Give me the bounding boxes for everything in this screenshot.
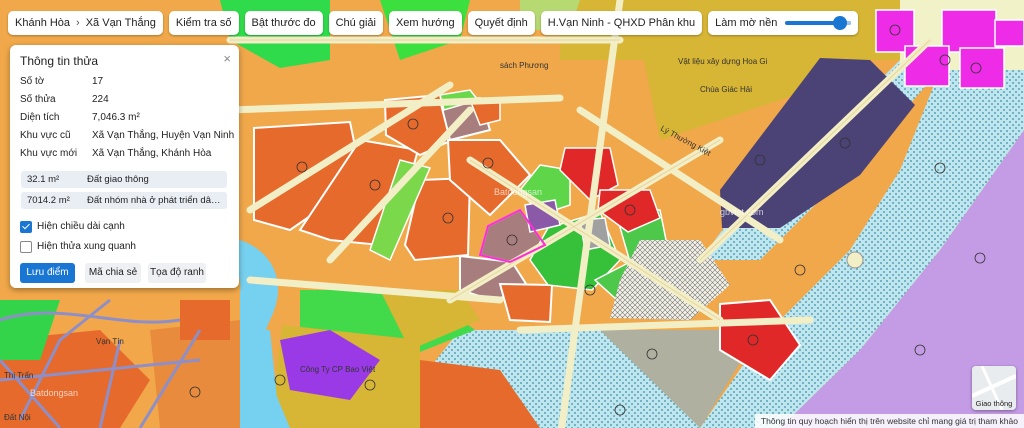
map-label-dat-noi: Đất Nội	[4, 413, 31, 422]
info-label: Số tờ	[20, 76, 45, 87]
blur-slider[interactable]	[785, 16, 852, 30]
footer-disclaimer: Thông tin quy hoạch hiển thị trên websit…	[754, 414, 1024, 428]
close-icon[interactable]: ×	[223, 51, 231, 66]
checkbox-unchecked-icon[interactable]	[20, 241, 32, 253]
basemap-label: Giao thông	[975, 399, 1013, 408]
checkbox-label: Hiện chiều dài cạnh	[37, 221, 125, 232]
info-value: 7,046.3 m²	[92, 112, 140, 123]
save-point-button[interactable]: Lưu điểm	[20, 263, 75, 283]
map-label-sach: sách Phương	[500, 61, 548, 70]
zone-desc: Đất giao thông	[87, 174, 149, 185]
blur-label: Làm mờ nền	[715, 17, 778, 29]
legend-button[interactable]: Chú giải	[328, 11, 383, 35]
map-label-thi-tran: Thị Trấn	[4, 371, 33, 380]
parcel-info-panel: Thông tin thửa × Số tờ 17 Số thửa 224 Di…	[10, 45, 239, 288]
watermark-gbviet: gbviet.com	[720, 207, 764, 217]
breadcrumb-commune[interactable]: Xã Vạn Thắng	[86, 11, 156, 35]
zone-item[interactable]: 7014.2 m² Đất nhóm nhà ở phát triển dân …	[21, 192, 227, 209]
breadcrumb[interactable]: Khánh Hòa › Xã Vạn Thắng	[8, 11, 163, 35]
boundary-coords-button[interactable]: Tọa độ ranh	[148, 263, 206, 283]
watermark-batdongsan: Batdongsan	[494, 187, 542, 197]
view-direction-button[interactable]: Xem hướng	[388, 11, 462, 35]
blur-slider-knob[interactable]	[832, 16, 847, 30]
map-label-chua-giac: Chùa Giác Hải	[700, 85, 752, 94]
map-label-vat-lieu: Vật liệu xây dựng Hoa Gi	[678, 57, 768, 66]
layer-select-value: H.Vạn Ninh - QHXD Phân khu	[547, 17, 696, 29]
info-value: 17	[92, 76, 104, 87]
breadcrumb-separator: ›	[76, 17, 80, 29]
panel-title: Thông tin thửa	[20, 54, 99, 68]
info-label: Diện tích	[20, 112, 60, 123]
zone-item[interactable]: 32.1 m² Đất giao thông	[21, 171, 227, 188]
basemap-toggle[interactable]: Giao thông	[972, 366, 1016, 410]
info-value: Xã Vạn Thắng, Huyện Vạn Ninh	[92, 130, 235, 141]
info-label: Khu vực cũ	[20, 130, 71, 141]
info-label: Khu vực mới	[20, 148, 78, 159]
checkbox-checked-icon[interactable]	[20, 221, 32, 233]
info-label: Số thửa	[20, 94, 56, 105]
zone-desc: Đất nhóm nhà ở phát triển dân cư đô thị	[87, 195, 225, 206]
zone-area: 7014.2 m²	[27, 195, 70, 206]
info-value: 224	[92, 94, 109, 105]
top-toolbar: Khánh Hòa › Xã Vạn Thắng Kiểm tra số Bật…	[8, 11, 859, 35]
breadcrumb-province[interactable]: Khánh Hòa	[15, 11, 70, 35]
info-value: Xã Vạn Thắng, Khánh Hòa	[92, 148, 212, 159]
share-code-button[interactable]: Mã chia sẻ	[85, 263, 141, 283]
check-number-button[interactable]: Kiểm tra số	[168, 11, 239, 35]
decision-button[interactable]: Quyết định	[467, 11, 535, 35]
checkbox-label: Hiện thửa xung quanh	[37, 241, 136, 252]
blur-control: Làm mờ nền	[708, 11, 859, 35]
layer-select[interactable]: H.Vạn Ninh - QHXD Phân khu	[540, 11, 703, 35]
measure-button[interactable]: Bật thước đo	[244, 11, 323, 35]
map-label-van-tinh: Vạn Tín	[96, 337, 124, 346]
map-label-cong-ty: Công Ty CP Bao Việt	[300, 365, 376, 374]
zone-area: 32.1 m²	[27, 174, 60, 185]
watermark-batdongsan-2: Batdongsan	[30, 388, 78, 398]
